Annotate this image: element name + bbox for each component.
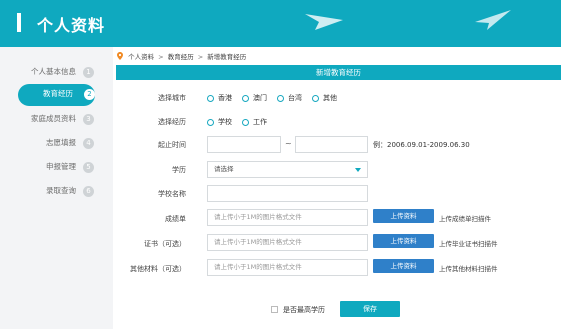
certificate-upload-hint: 上传毕业证书扫描件 bbox=[439, 240, 498, 248]
certificate-label: 证书（可选） bbox=[144, 240, 186, 248]
step-number-badge: 6 bbox=[83, 186, 94, 197]
city-radio-macau[interactable]: 澳门 bbox=[242, 93, 267, 103]
section-title: 新增教育经历 bbox=[116, 65, 561, 80]
breadcrumb-item: 新增教育经历 bbox=[207, 53, 247, 61]
city-radio-other[interactable]: 其他 bbox=[312, 93, 337, 103]
header: 个人资料 bbox=[0, 0, 561, 47]
city-radio-taiwan[interactable]: 台湾 bbox=[277, 93, 302, 103]
step-number-badge: 2 bbox=[84, 89, 95, 100]
dropdown-caret-icon bbox=[355, 168, 361, 172]
location-pin-icon bbox=[117, 52, 123, 60]
radio-label: 学校 bbox=[218, 118, 232, 126]
highest-degree-checkbox[interactable] bbox=[271, 306, 278, 313]
radio-label: 其他 bbox=[323, 94, 337, 102]
breadcrumb-separator: > bbox=[197, 53, 204, 61]
education-label: 学历 bbox=[172, 166, 186, 174]
sidebar-item-label: 个人基本信息 bbox=[31, 67, 76, 76]
transcript-file-input[interactable]: 请上传小于1M的图片格式文件 bbox=[207, 209, 368, 226]
period-label: 起止时间 bbox=[158, 141, 186, 149]
transcript-label: 成绩单 bbox=[165, 215, 186, 223]
sidebar: 个人基本信息 1 教育经历 2 家庭成员资料 3 志愿填报 4 申报管理 5 录… bbox=[0, 47, 113, 329]
paper-plane-icon bbox=[305, 14, 343, 30]
step-number-badge: 3 bbox=[83, 114, 94, 125]
experience-radio-group: 学校 工作 bbox=[207, 117, 277, 127]
radio-label: 台湾 bbox=[288, 94, 302, 102]
file-placeholder: 请上传小于1M的图片格式文件 bbox=[214, 238, 302, 246]
other-materials-file-input[interactable]: 请上传小于1M的图片格式文件 bbox=[207, 259, 368, 276]
radio-circle bbox=[242, 94, 249, 102]
experience-radio-school[interactable]: 学校 bbox=[207, 117, 232, 127]
header-accent-bar bbox=[17, 13, 21, 32]
radio-circle bbox=[242, 118, 249, 126]
breadcrumb-item[interactable]: 个人资料 bbox=[128, 53, 154, 61]
step-number-badge: 5 bbox=[83, 162, 94, 173]
page: 个人资料 个人基本信息 1 教育经历 2 家庭成员资料 3 志愿填报 4 申报管… bbox=[0, 0, 561, 329]
main-content: 个人资料 > 教育经历 > 新增教育经历 新增教育经历 选择城市 香港 澳门 台… bbox=[113, 47, 561, 329]
file-placeholder: 请上传小于1M的图片格式文件 bbox=[214, 263, 302, 271]
certificate-file-input[interactable]: 请上传小于1M的图片格式文件 bbox=[207, 234, 368, 251]
city-label: 选择城市 bbox=[158, 94, 186, 102]
step-number-badge: 1 bbox=[83, 67, 94, 78]
date-range-separator: ~ bbox=[285, 139, 292, 148]
highest-degree-label: 是否最高学历 bbox=[283, 306, 325, 314]
sidebar-item-label: 志愿填报 bbox=[46, 138, 76, 147]
transcript-upload-hint: 上传成绩单扫描件 bbox=[439, 215, 491, 223]
school-label: 学校名称 bbox=[158, 190, 186, 198]
city-radio-hongkong[interactable]: 香港 bbox=[207, 93, 232, 103]
education-select[interactable]: 请选择 bbox=[207, 161, 368, 178]
radio-label: 工作 bbox=[253, 118, 267, 126]
school-name-input[interactable] bbox=[207, 185, 368, 202]
save-button[interactable]: 保存 bbox=[340, 301, 400, 317]
file-placeholder: 请上传小于1M的图片格式文件 bbox=[214, 213, 302, 221]
radio-circle bbox=[207, 94, 214, 102]
paper-plane-icon bbox=[475, 10, 511, 30]
start-date-input[interactable] bbox=[207, 136, 281, 153]
experience-radio-work[interactable]: 工作 bbox=[242, 117, 267, 127]
breadcrumb-item[interactable]: 教育经历 bbox=[168, 53, 194, 61]
sidebar-item-label: 录取查询 bbox=[46, 186, 76, 195]
city-radio-group: 香港 澳门 台湾 其他 bbox=[207, 93, 347, 103]
date-format-example: 例：2006.09.01-2009.06.30 bbox=[373, 141, 470, 149]
end-date-input[interactable] bbox=[295, 136, 368, 153]
other-materials-upload-button[interactable]: 上传资料 bbox=[373, 259, 434, 273]
other-materials-upload-hint: 上传其他材料扫描件 bbox=[439, 265, 498, 273]
radio-label: 澳门 bbox=[253, 94, 267, 102]
experience-label: 选择经历 bbox=[158, 118, 186, 126]
sidebar-item-basic-info[interactable]: 个人基本信息 1 bbox=[0, 62, 113, 84]
radio-label: 香港 bbox=[218, 94, 232, 102]
radio-circle bbox=[312, 94, 319, 102]
sidebar-item-label: 申报管理 bbox=[46, 162, 76, 171]
breadcrumb: 个人资料 > 教育经历 > 新增教育经历 bbox=[117, 51, 246, 63]
page-title: 个人资料 bbox=[37, 16, 106, 35]
other-materials-label: 其他材料（可选） bbox=[130, 265, 186, 273]
radio-circle bbox=[277, 94, 284, 102]
transcript-upload-button[interactable]: 上传资料 bbox=[373, 209, 434, 223]
certificate-upload-button[interactable]: 上传资料 bbox=[373, 234, 434, 248]
breadcrumb-separator: > bbox=[158, 53, 164, 61]
step-number-badge: 4 bbox=[83, 138, 94, 149]
radio-circle bbox=[207, 118, 214, 126]
select-value: 请选择 bbox=[214, 165, 234, 173]
sidebar-item-label: 家庭成员资料 bbox=[31, 114, 76, 123]
sidebar-item-label: 教育经历 bbox=[43, 89, 73, 98]
